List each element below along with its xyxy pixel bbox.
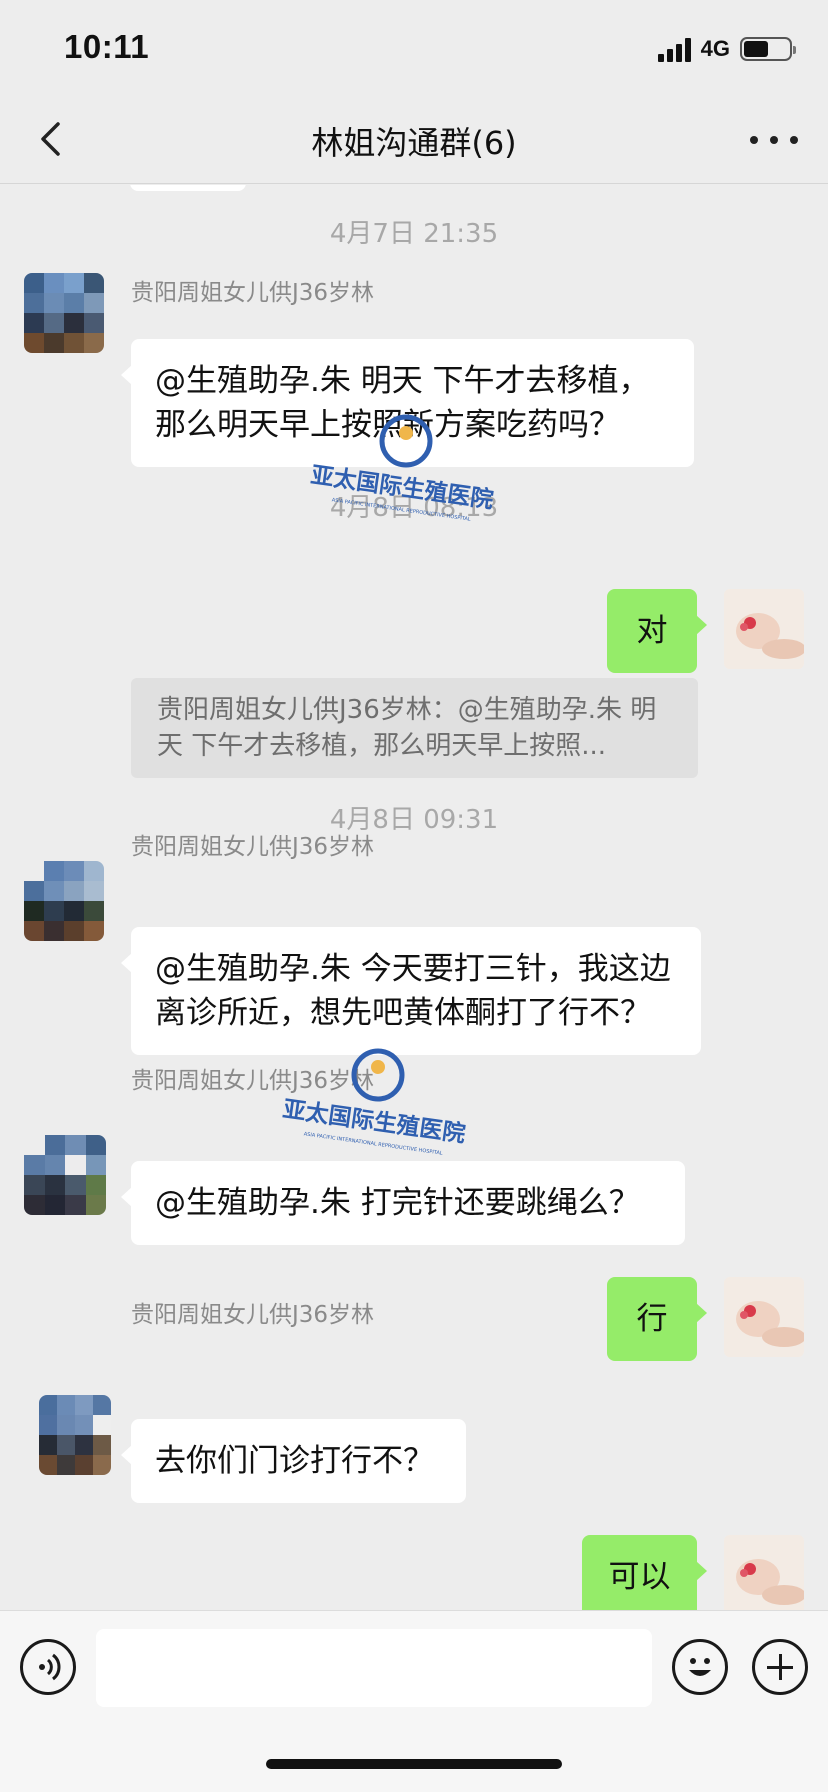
timestamp: 4月7日 21:35: [329, 219, 499, 249]
status-bar: 10:11 4G: [0, 0, 828, 96]
message-list[interactable]: 4月7日 21:35 贵阳周姐女儿供J36岁林 @生殖助孕.朱 明天 下午才去移…: [0, 185, 828, 1610]
signal-icon: [657, 36, 691, 62]
watermark-subtitle: ASIA PACIFIC INTERNATIONAL REPRODUCTIVE …: [303, 1131, 443, 1156]
message-bubble-outgoing[interactable]: 行: [607, 1277, 707, 1361]
sender-name: 贵阳周姐女儿供J36岁林: [131, 1068, 375, 1094]
message-bubble-incoming[interactable]: 去你们门诊打行不？: [121, 1419, 466, 1503]
sender-name: 贵阳周姐女儿供J36岁林: [131, 834, 375, 860]
message-input[interactable]: [96, 1629, 652, 1707]
input-bar: [0, 1610, 828, 1792]
network-type: 4G: [700, 36, 730, 61]
avatar[interactable]: [39, 1395, 111, 1475]
chat-header: 林姐沟通群(6): [0, 96, 828, 184]
message-bubble-incoming[interactable]: @生殖助孕.朱 今天要打三针，我这边离诊所近，想先吧黄体酮打了行不？: [121, 927, 701, 1055]
avatar[interactable]: [24, 861, 104, 941]
add-icon[interactable]: [752, 1639, 808, 1695]
avatar[interactable]: [24, 273, 104, 353]
previous-message-bubble: [130, 185, 246, 191]
my-avatar[interactable]: [724, 1535, 804, 1610]
watermark-name: 亚太国际生殖医院: [281, 1095, 467, 1147]
voice-input-icon[interactable]: [20, 1639, 76, 1695]
chat-title: 林姐沟通群(6): [311, 124, 517, 162]
battery-icon: [740, 37, 796, 61]
message-bubble-outgoing[interactable]: 对: [607, 589, 707, 673]
timestamp: 4月8日 09:31: [329, 805, 499, 835]
my-avatar[interactable]: [724, 589, 804, 669]
my-avatar[interactable]: [724, 1277, 804, 1357]
avatar[interactable]: [24, 1135, 106, 1215]
status-time: 10:11: [64, 28, 150, 65]
status-indicators: 4G: [657, 36, 796, 62]
emoji-icon[interactable]: [672, 1639, 728, 1695]
home-indicator[interactable]: [266, 1759, 562, 1769]
message-bubble-incoming[interactable]: @生殖助孕.朱 打完针还要跳绳么？: [121, 1161, 685, 1245]
sender-name: 贵阳周姐女儿供J36岁林: [131, 280, 375, 306]
message-bubble-outgoing[interactable]: 可以: [582, 1535, 707, 1610]
message-bubble-incoming[interactable]: @生殖助孕.朱 明天 下午才去移植，那么明天早上按照新方案吃药吗？: [121, 339, 694, 467]
quoted-message[interactable]: 贵阳周姐女儿供J36岁林：@生殖助孕.朱 明天 下午才去移植，那么明天早上按照.…: [131, 678, 698, 778]
more-options-icon[interactable]: [750, 120, 798, 160]
timestamp: 4月8日 08:13: [329, 493, 499, 523]
sender-name: 贵阳周姐女儿供J36岁林: [131, 1302, 375, 1328]
